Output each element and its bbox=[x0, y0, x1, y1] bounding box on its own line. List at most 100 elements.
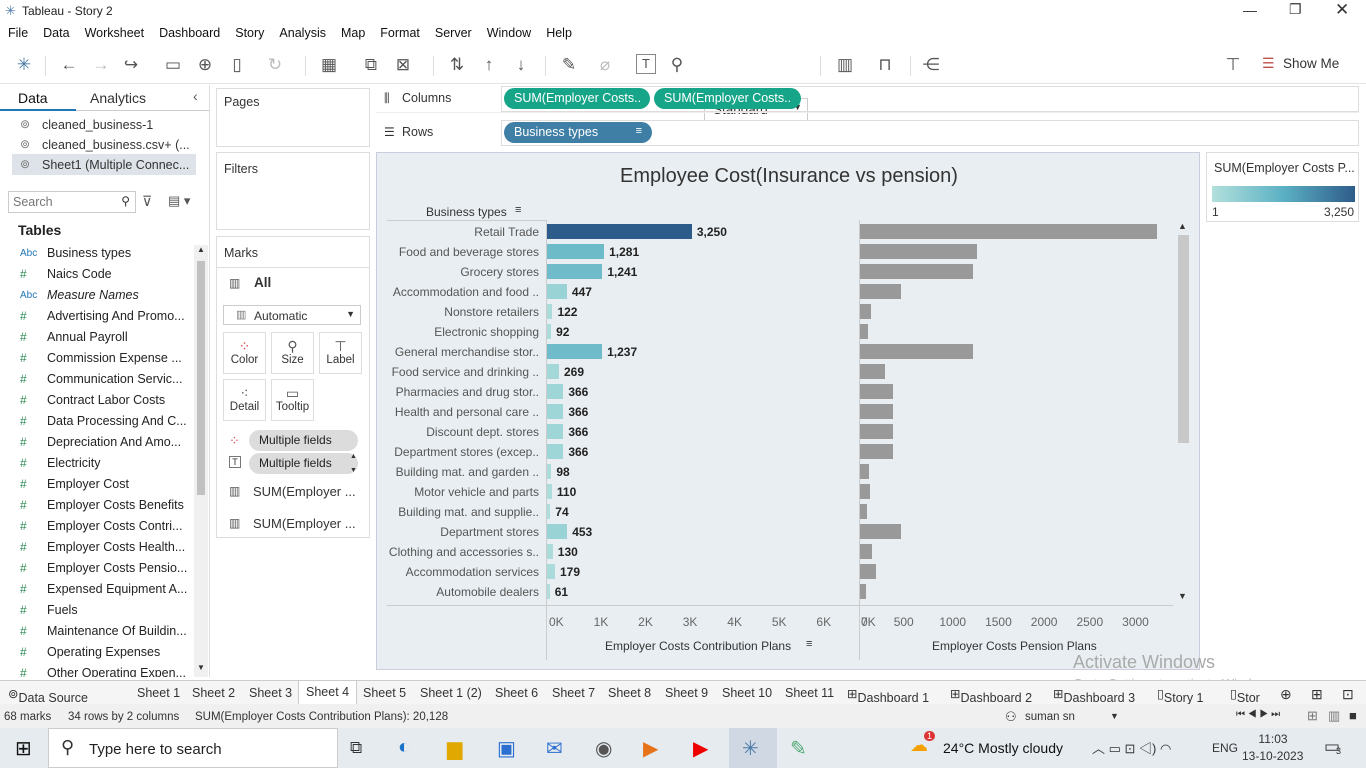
field-list-scrollbar[interactable]: ▲ ▼ bbox=[194, 245, 208, 677]
camera-icon[interactable]: ◉ bbox=[595, 736, 612, 761]
category-label[interactable]: Grocery stores bbox=[460, 265, 539, 279]
field-item[interactable]: # Operating Expenses bbox=[0, 642, 190, 663]
contribution-bar[interactable] bbox=[547, 364, 559, 379]
pension-bar[interactable] bbox=[860, 224, 1157, 239]
tab-sheet[interactable]: Sheet 7 bbox=[552, 686, 595, 700]
category-label[interactable]: General merchandise stor.. bbox=[395, 345, 539, 359]
field-item[interactable]: # Electricity bbox=[0, 453, 190, 474]
label-button[interactable]: ⊤ Label bbox=[319, 332, 362, 374]
search-input[interactable] bbox=[13, 193, 113, 211]
tab-sheet[interactable]: Sheet 1 (2) bbox=[420, 686, 482, 700]
pension-bar[interactable] bbox=[860, 304, 872, 319]
tab-sheet[interactable]: Sheet 10 bbox=[722, 686, 772, 700]
sort-descending-icon[interactable]: ↓ bbox=[510, 54, 532, 76]
pension-bar[interactable] bbox=[860, 264, 974, 279]
contribution-bar[interactable] bbox=[547, 244, 605, 259]
contribution-bar[interactable] bbox=[547, 504, 551, 519]
sheet-nav-icons[interactable]: ⏮ ◀ ▶ ⏭ bbox=[1236, 709, 1280, 720]
taskbar-search[interactable]: ⚲ Type here to search bbox=[48, 728, 338, 768]
show-me-icon[interactable]: ☰ bbox=[1262, 55, 1275, 72]
pension-bar[interactable] bbox=[860, 364, 885, 379]
contribution-bar[interactable] bbox=[547, 344, 603, 359]
presentation-icon[interactable]: ⊓ bbox=[874, 54, 896, 76]
sort-icon[interactable]: ≡ bbox=[515, 204, 521, 216]
redo-icon[interactable]: → bbox=[90, 54, 112, 76]
refresh-icon[interactable]: ↻ bbox=[264, 54, 286, 76]
tab-sheet[interactable]: Sheet 5 bbox=[363, 686, 406, 700]
windows-start-icon[interactable]: ⊞ bbox=[15, 736, 32, 761]
chevron-down-icon[interactable]: ▼ bbox=[1110, 711, 1119, 721]
tab-sheet-active[interactable]: Sheet 4 bbox=[298, 681, 358, 705]
left-axis-label[interactable]: Employer Costs Contribution Plans bbox=[605, 639, 791, 653]
clock-time[interactable]: 11:03 bbox=[1248, 732, 1298, 746]
save-icon[interactable]: ▭ bbox=[162, 54, 184, 76]
columns-shelf[interactable]: ⫼ Columns SUM(Employer Costs.. SUM(Emplo… bbox=[376, 86, 1359, 113]
category-label[interactable]: Department stores (excep.. bbox=[394, 445, 539, 459]
pension-bar[interactable] bbox=[860, 284, 901, 299]
mark-type-dropdown[interactable]: ▥ Automatic ▼ bbox=[223, 305, 361, 325]
close-icon[interactable]: ✕ bbox=[1335, 0, 1349, 20]
field-item[interactable]: # Data Processing And C... bbox=[0, 411, 190, 432]
filters-card[interactable]: Filters bbox=[216, 152, 370, 230]
marks-sheet2-label[interactable]: SUM(Employer ... bbox=[253, 516, 356, 531]
pension-bar[interactable] bbox=[860, 404, 894, 419]
columns-pill[interactable]: SUM(Employer Costs.. bbox=[504, 88, 650, 109]
field-item[interactable]: # Annual Payroll bbox=[0, 327, 190, 348]
sort-icon[interactable]: ≡ bbox=[806, 638, 812, 650]
pension-bar[interactable] bbox=[860, 564, 877, 579]
contribution-bar[interactable] bbox=[547, 224, 692, 239]
category-label[interactable]: Automobile dealers bbox=[436, 585, 539, 599]
right-axis-label[interactable]: Employer Costs Pension Plans bbox=[932, 639, 1097, 653]
task-view-icon[interactable]: ⧉ bbox=[350, 738, 362, 758]
youtube-icon[interactable]: ▶ bbox=[693, 736, 708, 761]
category-label[interactable]: Building mat. and supplie.. bbox=[398, 505, 539, 519]
clear-sheet-icon[interactable]: ⊠ bbox=[392, 54, 414, 76]
category-label[interactable]: Discount dept. stores bbox=[426, 425, 539, 439]
tab-dashboard[interactable]: ⊞ Dashboard 2 bbox=[950, 686, 1032, 705]
columns-pill[interactable]: SUM(Employer Costs.. bbox=[654, 88, 801, 109]
scroll-down-icon[interactable]: ▼ bbox=[1178, 591, 1187, 601]
new-dashboard-icon[interactable]: ⊞ bbox=[1311, 686, 1323, 703]
media-player-icon[interactable]: ▶ bbox=[643, 736, 658, 761]
viz-scrollbar[interactable]: ▲ ▼ bbox=[1175, 221, 1191, 606]
pension-bar[interactable] bbox=[860, 324, 869, 339]
field-item[interactable]: # Fuels bbox=[0, 600, 190, 621]
datasource-item[interactable]: ⊚ cleaned_business.csv+ (... bbox=[14, 135, 194, 155]
new-worksheet-icon[interactable]: ▦ bbox=[318, 54, 340, 76]
group-icon[interactable]: ⌀ bbox=[594, 54, 616, 76]
new-datasource-icon[interactable]: ⊕ bbox=[194, 54, 216, 76]
contribution-bar[interactable] bbox=[547, 544, 553, 559]
edge-icon[interactable]: ◐ bbox=[398, 736, 410, 759]
pension-bar[interactable] bbox=[860, 484, 871, 499]
field-item[interactable]: Abc Business types bbox=[0, 243, 190, 264]
datasource-item[interactable]: ⊚ cleaned_business-1 bbox=[14, 115, 194, 135]
marks-sheet1-label[interactable]: SUM(Employer ... bbox=[253, 484, 356, 499]
pension-bar[interactable] bbox=[860, 344, 974, 359]
menu-format[interactable]: Format bbox=[372, 23, 427, 40]
search-box[interactable]: ⚲ bbox=[8, 191, 136, 213]
tab-sheet[interactable]: Sheet 6 bbox=[495, 686, 538, 700]
menu-help[interactable]: Help bbox=[538, 23, 579, 40]
show-cards-icon[interactable]: ▥ bbox=[834, 54, 856, 76]
contribution-bar[interactable] bbox=[547, 304, 553, 319]
menu-data[interactable]: Data bbox=[35, 23, 76, 40]
restore-icon[interactable]: ❐ bbox=[1289, 1, 1302, 18]
category-label[interactable]: Food and beverage stores bbox=[399, 245, 539, 259]
collapse-pane-icon[interactable]: ‹ bbox=[193, 88, 198, 104]
scroll-up-icon[interactable]: ▲ bbox=[1178, 221, 1187, 231]
new-worksheet-icon[interactable]: ⊕ bbox=[1280, 686, 1292, 703]
field-item[interactable]: Abc Measure Names bbox=[0, 285, 190, 306]
category-label[interactable]: Accommodation services bbox=[406, 565, 539, 579]
tableau-home-icon[interactable]: ✳ bbox=[13, 54, 35, 76]
tab-story[interactable]: ▯ Story 1 bbox=[1157, 686, 1204, 705]
field-item[interactable]: # Advertising And Promo... bbox=[0, 306, 190, 327]
sort-ascending-icon[interactable]: ↑ bbox=[478, 54, 500, 76]
paint-icon[interactable]: ✎ bbox=[790, 736, 807, 761]
tab-story[interactable]: ▯ Stor bbox=[1230, 686, 1260, 705]
tabs-icon[interactable]: ■ bbox=[1349, 708, 1357, 723]
tab-sheet[interactable]: Sheet 11 bbox=[785, 686, 834, 700]
contribution-bar[interactable] bbox=[547, 424, 564, 439]
tab-analytics[interactable]: Analytics bbox=[90, 90, 146, 106]
category-label[interactable]: Retail Trade bbox=[474, 225, 539, 239]
field-item[interactable]: # Maintenance Of Buildin... bbox=[0, 621, 190, 642]
